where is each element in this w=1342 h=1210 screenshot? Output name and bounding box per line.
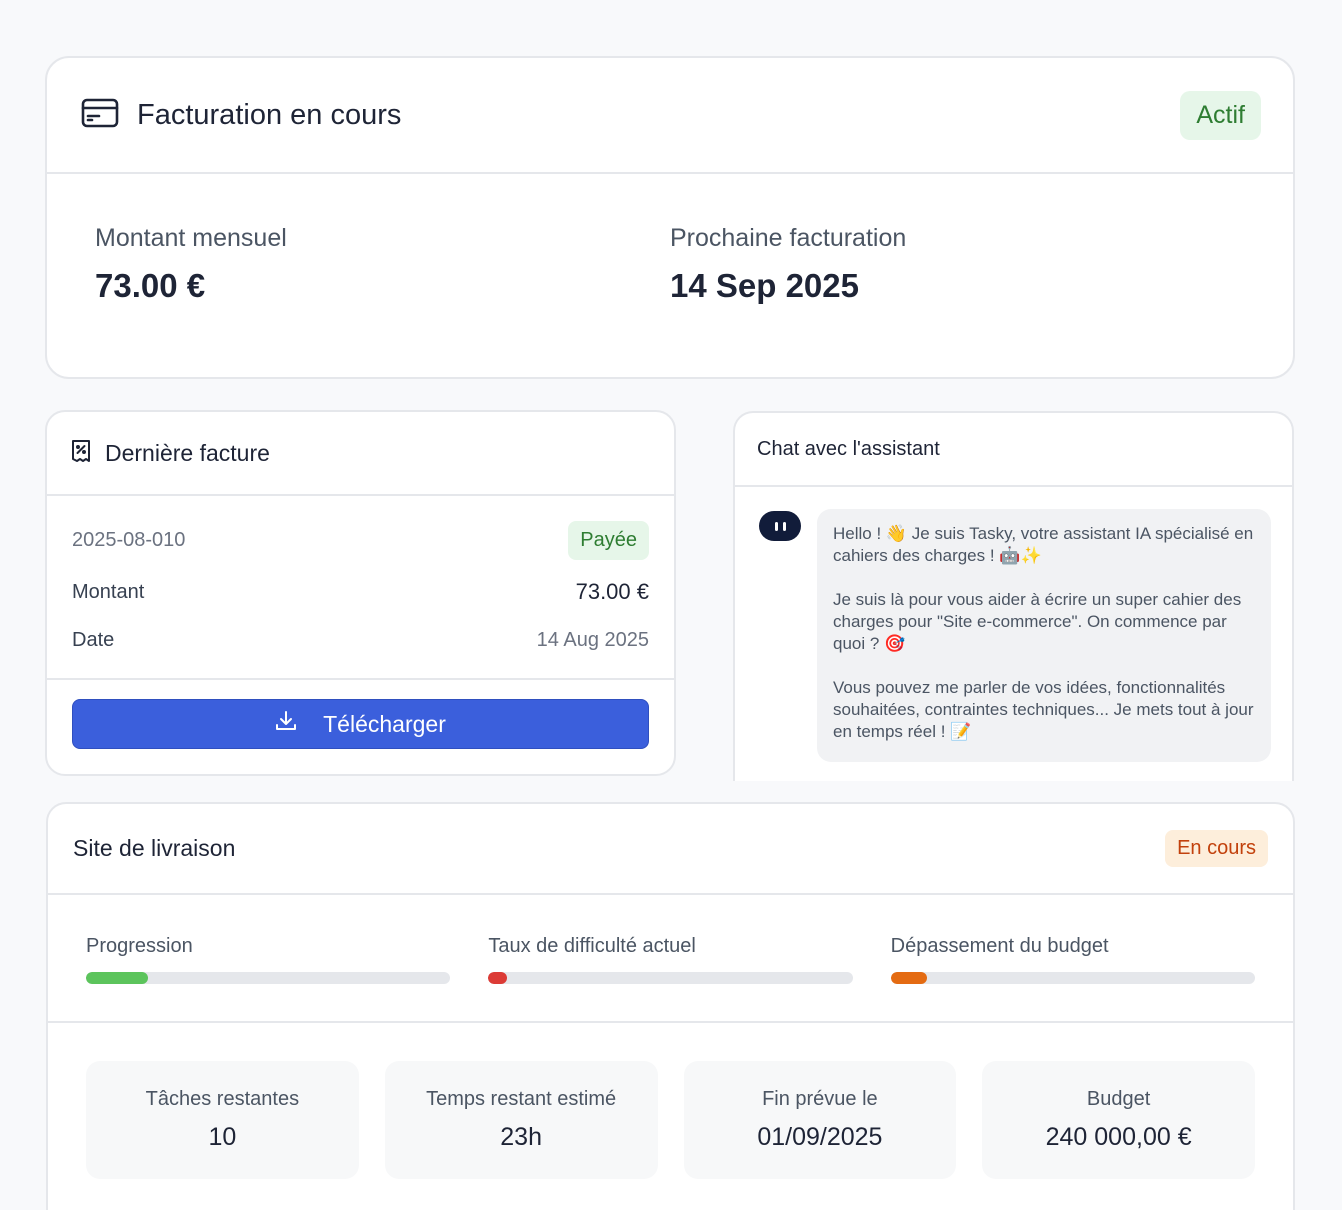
assistant-message-paragraph: Vous pouvez me parler de vos idées, fonc… [833,678,1254,741]
delivery-status-badge: En cours [1165,830,1268,867]
stat-label: Fin prévue le [762,1088,878,1110]
receipt-icon [71,439,91,468]
last-invoice-card: Dernière facture 2025-08-010 Payée Monta… [45,410,676,776]
chat-title: Chat avec l'assistant [735,413,1292,487]
stat-label: Temps restant estimé [426,1088,617,1110]
assistant-avatar [759,511,801,541]
assistant-message-paragraph: Je suis là pour vous aider à écrire un s… [833,590,1242,653]
monthly-amount-label: Montant mensuel [95,224,287,252]
download-icon [275,710,323,738]
stat-end-date: Fin prévue le 01/09/2025 [683,1061,957,1179]
chat-card: Chat avec l'assistant Hello ! 👋 Je suis … [733,411,1294,781]
monthly-amount-value: 73.00 € [95,267,206,304]
budget-overrun-track [890,972,1255,984]
metric-difficulty: Taux de difficulté actuel [488,935,853,1021]
invoice-date-label: Date [72,628,115,651]
metric-label: Dépassement du budget [890,935,1109,957]
invoice-amount-value: 73.00 € [575,579,649,604]
download-button[interactable]: Télécharger [72,699,649,749]
stat-label: Tâches restantes [145,1088,300,1110]
metric-progress: Progression [86,935,451,1021]
invoice-amount-label: Montant [72,580,145,603]
stat-value: 23h [500,1123,542,1151]
stat-value: 240 000,00 € [1045,1123,1192,1151]
billing-header: Facturation en cours Actif [47,58,1293,174]
stat-remaining-tasks: Tâches restantes 10 [86,1061,359,1179]
difficulty-track [488,972,853,984]
stat-value: 01/09/2025 [757,1123,883,1151]
download-button-label: Télécharger [323,710,446,737]
metric-label: Progression [86,935,193,957]
invoice-title: Dernière facture [105,439,270,466]
delivery-title: Site de livraison [73,835,236,861]
assistant-message-paragraph: Hello ! 👋 Je suis Tasky, votre assistant… [833,524,1254,565]
next-billing-value: 14 Sep 2025 [670,267,859,304]
progress-track [86,972,451,984]
billing-card: Facturation en cours Actif Montant mensu… [45,56,1295,379]
assistant-message-bubble: Hello ! 👋 Je suis Tasky, votre assistant… [817,509,1271,762]
metric-budget-overrun: Dépassement du budget [890,935,1255,1021]
stat-label: Budget [1086,1088,1151,1110]
invoice-number: 2025-08-010 [72,528,186,551]
progress-fill [86,972,148,984]
billing-status-badge: Actif [1180,90,1261,140]
invoice-date-value: 14 Aug 2025 [536,628,649,651]
delivery-card: Site de livraison En cours Progression T… [46,802,1295,1210]
difficulty-fill [488,972,507,984]
metric-label: Taux de difficulté actuel [488,935,696,957]
credit-card-icon [81,98,119,133]
stat-budget: Budget 240 000,00 € [982,1061,1255,1179]
stat-value: 10 [208,1123,237,1151]
stat-estimated-time: Temps restant estimé 23h [384,1061,658,1179]
next-billing-label: Prochaine facturation [670,224,907,252]
invoice-status-badge: Payée [568,520,649,560]
billing-title: Facturation en cours [137,98,402,131]
budget-overrun-fill [890,972,928,984]
